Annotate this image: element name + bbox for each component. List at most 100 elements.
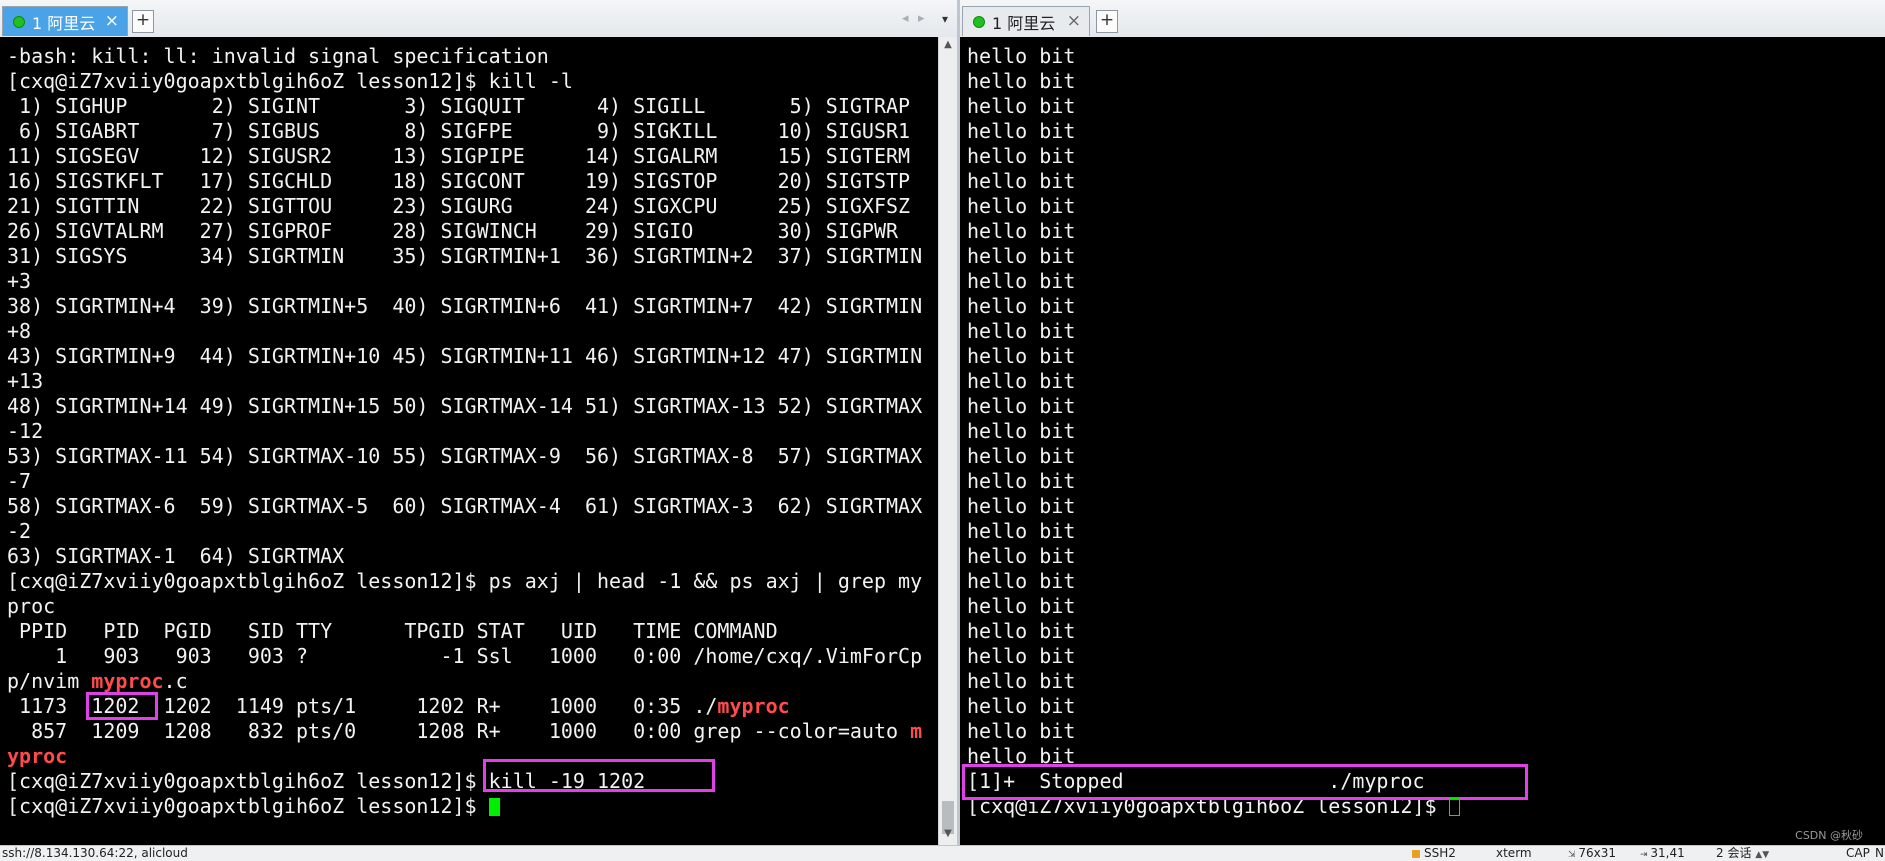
- resize-icon: ⇲: [1568, 850, 1579, 860]
- terminal-line: 21) SIGTTIN 22) SIGTTOU 23) SIGURG 24) S…: [7, 194, 911, 218]
- terminal-line: hello bit: [967, 469, 1076, 493]
- terminal-line: -2: [7, 519, 32, 543]
- terminal-line: hello bit: [967, 44, 1076, 68]
- connected-status-icon: [13, 15, 25, 28]
- terminal-line: hello bit: [967, 419, 1076, 443]
- tab-scroll-left-icon[interactable]: ◂: [902, 11, 909, 26]
- terminal-line: 11) SIGSEGV 12) SIGUSR2 13) SIGPIPE 14) …: [7, 144, 911, 168]
- terminal-line: hello bit: [967, 244, 1076, 268]
- watermark: CSDN @秋砂: [1795, 829, 1863, 842]
- terminal-cursor: [1449, 798, 1460, 816]
- right-tab-bar: 1 阿里云 × +: [960, 0, 1885, 38]
- left-terminal-scrollbar[interactable]: ▲ ▼: [938, 37, 957, 846]
- terminal-line: PPID PID PGID SID TTY TPGID STAT UID TIM…: [7, 619, 778, 643]
- left-tab-label: 1 阿里云: [32, 13, 96, 33]
- terminal-line: p/nvim myproc.c: [7, 669, 188, 693]
- terminal-line: hello bit: [967, 494, 1076, 518]
- terminal-line: 43) SIGRTMIN+9 44) SIGRTMIN+10 45) SIGRT…: [7, 344, 923, 368]
- terminal-line: yproc: [7, 744, 67, 769]
- terminal-line: hello bit: [967, 644, 1076, 668]
- left-tab-close-icon[interactable]: ×: [105, 11, 119, 31]
- terminal-line: 1 903 903 903 ? -1 Ssl 1000 0:00 /home/c…: [7, 644, 923, 668]
- terminal-line: -12: [7, 419, 44, 443]
- sessions-down-icon[interactable]: ▼: [1762, 850, 1769, 860]
- terminal-line: hello bit: [967, 119, 1076, 143]
- terminal-line: hello bit: [967, 144, 1076, 168]
- terminal-line: 26) SIGVTALRM 27) SIGPROF 28) SIGWINCH 2…: [7, 219, 899, 243]
- terminal-line: hello bit: [967, 169, 1076, 193]
- right-tab-label: 1 阿里云: [992, 13, 1056, 33]
- grep-match: myproc: [91, 669, 164, 693]
- status-size: ⇲ 76x31: [1568, 846, 1617, 860]
- highlight-box-kill-command: [483, 759, 715, 792]
- status-sessions: 2 会话 ▲▼: [1716, 846, 1770, 860]
- status-protocol: SSH2: [1412, 846, 1456, 861]
- terminal-line: 31) SIGSYS 34) SIGRTMIN 35) SIGRTMIN+1 3…: [7, 244, 923, 268]
- terminal-line: hello bit: [967, 544, 1076, 568]
- cursor-position-icon: ⇥: [1640, 850, 1651, 860]
- terminal-line: 63) SIGRTMAX-1 64) SIGRTMAX: [7, 544, 345, 568]
- terminal-cursor: [489, 798, 500, 816]
- terminal-line: 16) SIGSTKFLT 17) SIGCHLD 18) SIGCONT 19…: [7, 169, 911, 193]
- terminal-line: 53) SIGRTMAX-11 54) SIGRTMAX-10 55) SIGR…: [7, 444, 923, 468]
- left-tab-bar: 1 阿里云 × + ◂ ▸ ▾: [0, 0, 957, 38]
- terminal-line: hello bit: [967, 269, 1076, 293]
- terminal-line: [cxq@iZ7xviiy0goapxtblgih6oZ lesson12]$: [7, 794, 489, 818]
- right-terminal-output[interactable]: [cxq@iZ7xviiy0goapxtblgih6oZ lesson12]$ …: [960, 37, 1885, 846]
- left-terminal-pane: 1 阿里云 × + ◂ ▸ ▾ [cxq@iZ7xviiy0goapxtblgi…: [0, 0, 957, 846]
- right-new-tab-button[interactable]: +: [1096, 10, 1118, 33]
- grep-match: m: [910, 719, 923, 743]
- tab-menu-dropdown-icon[interactable]: ▾: [942, 12, 948, 26]
- left-terminal-output[interactable]: [cxq@iZ7xviiy0goapxtblgih6oZ lesson12]$ …: [0, 37, 939, 846]
- terminal-line: 6) SIGABRT 7) SIGBUS 8) SIGFPE 9) SIGKIL…: [7, 119, 911, 143]
- terminal-line: proc: [7, 594, 56, 618]
- scroll-down-arrow-icon[interactable]: ▼: [939, 828, 957, 844]
- terminal-line: -bash: kill: ll: invalid signal specific…: [7, 44, 549, 68]
- status-num: N: [1875, 846, 1884, 860]
- grep-match: yproc: [7, 744, 68, 768]
- scroll-up-arrow-icon[interactable]: ▲: [939, 39, 957, 55]
- terminal-line: hello bit: [967, 694, 1076, 718]
- terminal-line: hello bit: [967, 219, 1076, 243]
- terminal-line: 38) SIGRTMIN+4 39) SIGRTMIN+5 40) SIGRTM…: [7, 294, 923, 318]
- left-session-tab[interactable]: 1 阿里云 ×: [2, 6, 128, 36]
- terminal-line: hello bit: [967, 619, 1076, 643]
- terminal-line: 857 1209 1208 832 pts/0 1208 R+ 1000 0:0…: [7, 719, 923, 743]
- terminal-line: hello bit: [967, 394, 1076, 418]
- terminal-line: hello bit: [967, 94, 1076, 118]
- lock-icon: [1412, 849, 1420, 858]
- terminal-line: -7: [7, 469, 32, 493]
- terminal-line: [cxq@iZ7xviiy0goapxtblgih6oZ lesson12]$ …: [7, 69, 573, 93]
- left-new-tab-button[interactable]: +: [132, 10, 154, 33]
- grep-match: myproc: [717, 694, 790, 718]
- terminal-line: hello bit: [967, 294, 1076, 318]
- tab-scroll-right-icon[interactable]: ▸: [918, 11, 925, 26]
- highlight-box-pid: [86, 692, 158, 720]
- terminal-line: hello bit: [967, 369, 1076, 393]
- terminal-line: hello bit: [967, 519, 1076, 543]
- right-tab-close-icon[interactable]: ×: [1067, 11, 1081, 31]
- status-caps: CAP: [1846, 846, 1870, 860]
- status-bar: ssh://8.134.130.64:22, alicloud SSH2 xte…: [0, 845, 1885, 861]
- terminal-line: +8: [7, 319, 32, 343]
- terminal-line: hello bit: [967, 194, 1076, 218]
- terminal-line: 58) SIGRTMAX-6 59) SIGRTMAX-5 60) SIGRTM…: [7, 494, 923, 518]
- terminal-line: [cxq@iZ7xviiy0goapxtblgih6oZ lesson12]$ …: [7, 569, 923, 593]
- right-terminal-pane: 1 阿里云 × + [cxq@iZ7xviiy0goapxtblgih6oZ l…: [960, 0, 1885, 846]
- terminal-line: 48) SIGRTMIN+14 49) SIGRTMIN+15 50) SIGR…: [7, 394, 923, 418]
- terminal-line: hello bit: [967, 569, 1076, 593]
- status-connection: ssh://8.134.130.64:22, alicloud: [2, 846, 188, 860]
- terminal-line: hello bit: [967, 344, 1076, 368]
- terminal-line: hello bit: [967, 444, 1076, 468]
- terminal-line: hello bit: [967, 319, 1076, 343]
- terminal-line: +13: [7, 369, 44, 393]
- terminal-line: hello bit: [967, 719, 1076, 743]
- connected-status-icon: [973, 15, 985, 28]
- status-cursor-position: ⇥ 31,41: [1640, 846, 1685, 860]
- terminal-line: hello bit: [967, 594, 1076, 618]
- terminal-line: hello bit: [967, 669, 1076, 693]
- highlight-box-stopped: [962, 764, 1528, 800]
- terminal-line: 1) SIGHUP 2) SIGINT 3) SIGQUIT 4) SIGILL…: [7, 94, 911, 118]
- right-session-tab[interactable]: 1 阿里云 ×: [962, 6, 1090, 36]
- terminal-line: +3: [7, 269, 32, 293]
